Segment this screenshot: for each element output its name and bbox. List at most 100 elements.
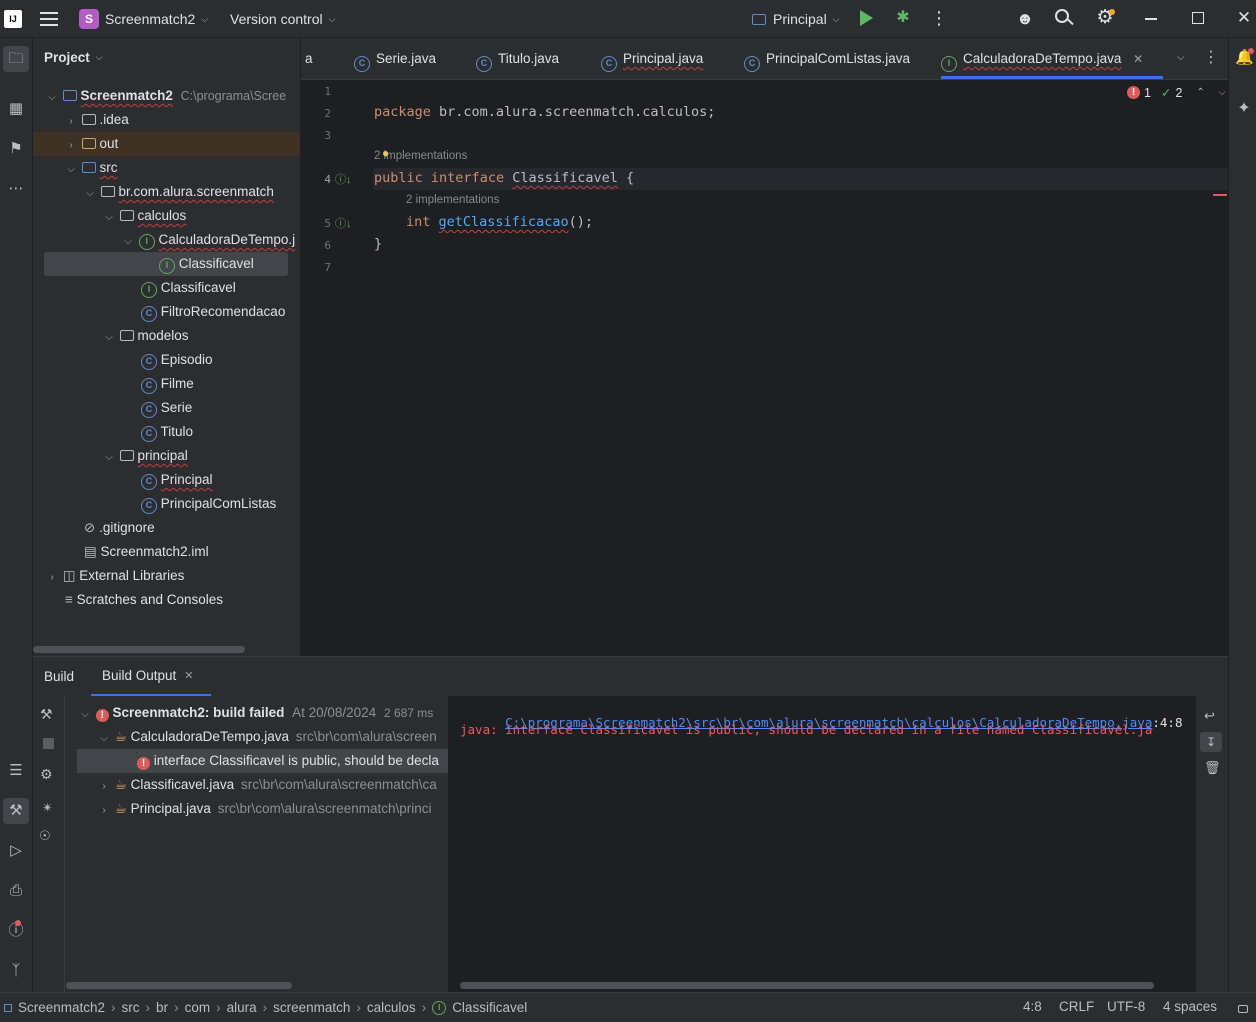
chevron-down-icon[interactable]: ⌵ (45, 86, 59, 110)
soft-wrap-icon[interactable]: ↩ (1204, 708, 1215, 724)
tree-item-filme[interactable]: C Filme (141, 372, 194, 396)
terminal-tool-icon[interactable]: ⎙ (3, 878, 29, 904)
close-window-icon[interactable]: ✕ (1236, 7, 1252, 29)
git-tool-icon[interactable]: ᛉ (3, 958, 29, 984)
tree-item-external-libraries[interactable]: › ◫ External Libraries (45, 564, 184, 588)
tree-item-classificavel-nested[interactable]: I Classificavel (159, 252, 254, 276)
chevron-right-icon[interactable]: › (64, 110, 78, 134)
services-tool-icon[interactable]: ▷ (3, 838, 29, 864)
tree-item-src[interactable]: ⌵ src (64, 156, 117, 180)
tree-item-filtro[interactable]: C FiltroRecomendacao (141, 300, 285, 324)
run-config-selector[interactable]: Principal ⌵ (752, 8, 840, 30)
build-tool-icon[interactable]: ⚒ (3, 798, 29, 824)
search-icon[interactable] (1055, 9, 1069, 23)
tree-item-principalcomlistas[interactable]: C PrincipalComListas (141, 492, 276, 516)
tree-item-gitignore[interactable]: ⊘ .gitignore (84, 516, 155, 540)
tree-item-modelos[interactable]: ⌵ modelos (102, 324, 188, 350)
scroll-to-end-icon[interactable]: ↧ (1200, 732, 1222, 752)
tree-item-serie[interactable]: C Serie (141, 396, 192, 420)
tabs-more-icon[interactable]: ⋮ (1203, 48, 1219, 68)
chevron-down-icon[interactable]: ⌵ (121, 230, 135, 254)
tab-calculadoradetempo[interactable]: I CalculadoraDeTempo.java ✕ (941, 38, 1163, 79)
chevron-right-icon[interactable]: › (64, 134, 78, 158)
tree-item-principal-pkg[interactable]: ⌵ principal (102, 444, 188, 468)
chevron-right-icon[interactable]: › (45, 566, 59, 590)
chevron-right-icon[interactable]: › (97, 775, 111, 799)
build-file-row[interactable]: › ☕ Principal.java src\br\com\alura\scre… (97, 797, 431, 821)
build-root-row[interactable]: ⌵ ! Screenmatch2: build failed At 20/08/… (78, 701, 433, 725)
build-output-console[interactable]: C:\programa\Screenmatch2\src\br\com\alur… (448, 696, 1196, 992)
chevron-down-icon[interactable]: ⌵ (83, 182, 97, 206)
tree-item-episodio[interactable]: C Episodio (141, 348, 213, 372)
tab-truncated[interactable]: a (305, 38, 313, 79)
project-panel-header[interactable]: Project ⌵ (44, 50, 103, 65)
run-icon[interactable] (860, 10, 873, 26)
line-separator[interactable]: CRLF (1059, 999, 1094, 1014)
build-tree-scrollbar[interactable] (66, 982, 292, 989)
tab-serie[interactable]: C Serie.java (354, 38, 436, 79)
indent-setting[interactable]: 4 spaces (1163, 999, 1217, 1014)
tree-item-package-root[interactable]: ⌵ br.com.alura.screenmatch (83, 180, 274, 204)
error-stripe-mark[interactable] (1213, 194, 1227, 196)
tree-item-titulo[interactable]: C Titulo (141, 420, 193, 444)
chevron-down-icon[interactable]: ⌵ (102, 326, 116, 350)
stop-icon[interactable] (43, 738, 54, 749)
breadcrumb-item[interactable]: com (185, 1000, 211, 1015)
implementations-hint[interactable]: 2 implementations (406, 194, 499, 206)
pin-icon[interactable]: ✴ (42, 800, 53, 816)
tab-principalcomlistas[interactable]: C PrincipalComListas.java (744, 38, 910, 79)
tree-item-classificavel[interactable]: I Classificavel (141, 276, 236, 300)
tree-item-calculos[interactable]: ⌵ calculos (102, 204, 186, 228)
ai-assistant-icon[interactable]: ✦ (1235, 98, 1253, 118)
breadcrumb-item[interactable]: Classificavel (452, 1000, 527, 1015)
todo-tool-icon[interactable]: ☰ (3, 758, 29, 784)
breadcrumb-item[interactable]: Screenmatch2 (18, 1000, 105, 1015)
breadcrumb-item[interactable]: src (122, 1000, 140, 1015)
close-tab-icon[interactable]: ✕ (1133, 52, 1143, 66)
chevron-down-icon[interactable]: ⌵ (97, 727, 111, 751)
build-hammer-icon[interactable]: ⚒ (40, 706, 53, 723)
minimize-icon[interactable] (1145, 18, 1157, 20)
horizontal-scrollbar[interactable] (33, 646, 245, 653)
tree-item-calculadora[interactable]: ⌵ I CalculadoraDeTempo.j (121, 228, 295, 252)
chevron-down-icon[interactable]: ⌵ (78, 703, 92, 727)
inspection-widget[interactable]: ! 1 ✓ 2 ⌃ ⌵ (1127, 85, 1226, 100)
build-file-row[interactable]: ⌵ ☕ CalculadoraDeTempo.java src\br\com\a… (97, 725, 437, 749)
eye-icon[interactable]: ☉ (39, 828, 51, 844)
structure-tool-icon[interactable]: ▦ (3, 96, 29, 122)
tab-principal[interactable]: C Principal.java (601, 38, 703, 79)
tree-item-idea[interactable]: › .idea (64, 108, 128, 134)
implemented-gutter-icon[interactable]: ⓘ↓ (335, 171, 352, 187)
caret-position[interactable]: 4:8 (1023, 999, 1042, 1014)
main-menu-icon[interactable] (40, 10, 58, 26)
chevron-down-icon[interactable]: ⌵ (1219, 87, 1226, 98)
tab-titulo[interactable]: C Titulo.java (476, 38, 559, 79)
file-encoding[interactable]: UTF-8 (1107, 999, 1145, 1014)
lightbulb-icon[interactable]: ● (382, 146, 389, 160)
app-logo-icon[interactable]: IJ (4, 10, 22, 28)
breadcrumb-item[interactable]: calculos (367, 1000, 416, 1015)
tree-item-out[interactable]: › out (64, 132, 118, 156)
more-actions-icon[interactable]: ⋮ (930, 8, 948, 30)
chevron-down-icon[interactable]: ⌵ (102, 446, 116, 470)
console-scrollbar[interactable] (460, 982, 1154, 989)
more-tools-icon[interactable]: ⋯ (3, 176, 29, 202)
chevron-up-icon[interactable]: ⌃ (1196, 87, 1204, 98)
tabs-dropdown-icon[interactable]: ⌵ (1177, 48, 1185, 68)
breadcrumb-item[interactable]: alura (227, 1000, 257, 1015)
tree-item-iml[interactable]: ▤ Screenmatch2.iml (84, 540, 209, 564)
code-editor[interactable]: ! 1 ✓ 2 ⌃ ⌵ 1 2 3 4 5 6 7 ⓘ↓ ⓘ↓ package … (301, 80, 1228, 656)
add-user-icon[interactable]: ☻ (1014, 8, 1036, 30)
breadcrumb-item[interactable]: br (156, 1000, 168, 1015)
settings-icon[interactable]: ⚙ (40, 766, 53, 783)
tree-item-scratches[interactable]: ≡ Scratches and Consoles (65, 588, 223, 612)
tree-item-principal[interactable]: C Principal (141, 468, 213, 492)
implemented-gutter-icon[interactable]: ⓘ↓ (335, 215, 352, 231)
debug-icon[interactable]: ✱ (893, 8, 913, 28)
tree-item-screenmatch2[interactable]: ⌵ Screenmatch2 C:\programa\Scree (45, 84, 286, 108)
breadcrumb-item[interactable]: screenmatch (273, 1000, 350, 1015)
chevron-down-icon[interactable]: ⌵ (102, 206, 116, 230)
tab-build-output[interactable]: Build Output ✕ (91, 657, 211, 697)
vcs-menu[interactable]: Version control ⌵ (230, 8, 335, 30)
close-tab-icon[interactable]: ✕ (184, 669, 193, 682)
